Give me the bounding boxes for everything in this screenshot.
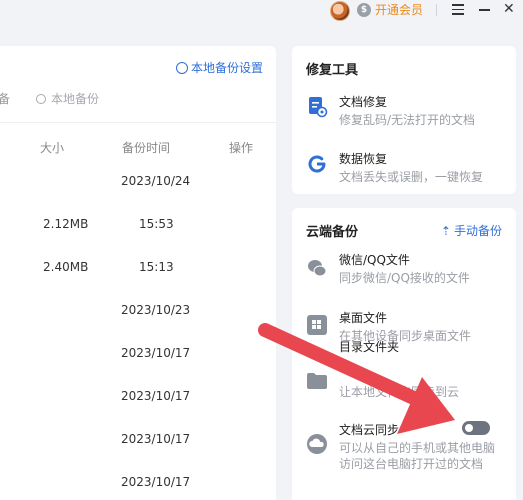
row-time: 2023/10/24 bbox=[121, 174, 191, 188]
doc-sync-title: 文档云同步 bbox=[339, 423, 400, 437]
doc-sync-desc: 可以从自己的手机或其他电脑 bbox=[339, 441, 496, 455]
wechat-files-title: 微信/QQ文件 bbox=[339, 253, 410, 267]
toolbar-label[interactable]: 备 bbox=[0, 90, 10, 107]
cloud-backup-card: 云端备份 ⇡ 手动备份 微信/QQ文件 同步微信/QQ接收的文件 桌面文件 在其他… bbox=[292, 208, 516, 500]
data-recovery-title: 数据恢复 bbox=[339, 152, 388, 166]
desktop-icon bbox=[307, 315, 327, 335]
menu-icon[interactable] bbox=[452, 4, 464, 15]
divider bbox=[436, 4, 437, 16]
manual-backup-label: 手动备份 bbox=[453, 224, 502, 238]
header-divider bbox=[0, 122, 276, 123]
search-placeholder: 本地备份 bbox=[51, 92, 100, 106]
column-header-size[interactable]: 大小 bbox=[40, 139, 64, 156]
avatar[interactable] bbox=[330, 1, 350, 21]
vip-icon[interactable]: $ bbox=[357, 3, 371, 17]
doc-sync-desc-2: 访问这台电脑打开过的文档 bbox=[339, 457, 484, 471]
column-header-time[interactable]: 备份时间 bbox=[122, 139, 170, 156]
desktop-files-title: 桌面文件 bbox=[339, 311, 388, 325]
search-input[interactable]: 本地备份 bbox=[36, 90, 99, 107]
repair-tools-card: 修复工具 文档修复 修复乱码/无法打开的文档 数据恢复 文档丢失或误删，一键恢复 bbox=[292, 46, 516, 194]
manual-backup-button[interactable]: ⇡ 手动备份 bbox=[441, 222, 502, 239]
doc-repair-title: 文档修复 bbox=[339, 95, 388, 109]
column-header-action: 操作 bbox=[229, 141, 254, 155]
row-time: 2023/10/17 bbox=[121, 475, 191, 489]
row-time: 15:53 bbox=[139, 217, 174, 231]
row-time: 2023/10/23 bbox=[121, 303, 191, 317]
row-time: 15:13 bbox=[139, 260, 174, 274]
folder-desc: 让本地文件夹同步到云 bbox=[339, 385, 460, 399]
doc-repair-icon bbox=[309, 97, 328, 118]
folder-title: 目录文件夹 bbox=[339, 340, 400, 354]
row-size: 2.12MB bbox=[43, 217, 89, 231]
local-backup-panel: 本地备份设置 备 本地备份 大小 备份时间 操作 2023/10/24 2.12… bbox=[0, 46, 276, 500]
gear-icon bbox=[176, 62, 188, 74]
cloud-sync-icon bbox=[307, 434, 327, 454]
row-time: 2023/10/17 bbox=[121, 432, 191, 446]
upload-icon: ⇡ bbox=[440, 224, 451, 238]
wechat-files-desc: 同步微信/QQ接收的文件 bbox=[339, 271, 470, 285]
data-recovery-desc: 文档丢失或误删，一键恢复 bbox=[339, 170, 484, 184]
title-bar: $ 开通会员 ✕ bbox=[0, 0, 523, 26]
row-time: 2023/10/17 bbox=[121, 389, 191, 403]
repair-tools-title: 修复工具 bbox=[306, 63, 359, 78]
row-size: 2.40MB bbox=[43, 260, 89, 274]
close-icon[interactable]: ✕ bbox=[503, 2, 515, 16]
local-backup-settings-link[interactable]: 本地备份设置 bbox=[176, 60, 263, 76]
cloud-backup-title: 云端备份 bbox=[306, 225, 359, 240]
minimize-icon[interactable] bbox=[479, 9, 490, 11]
chat-icon bbox=[308, 260, 327, 277]
row-time: 2023/10/17 bbox=[121, 346, 191, 360]
search-icon bbox=[36, 94, 46, 104]
doc-repair-desc: 修复乱码/无法打开的文档 bbox=[339, 113, 476, 127]
folder-icon bbox=[307, 373, 327, 389]
data-recovery-icon bbox=[308, 155, 326, 173]
local-backup-settings-label: 本地备份设置 bbox=[191, 61, 264, 75]
vip-button[interactable]: 开通会员 bbox=[375, 2, 423, 18]
doc-sync-toggle[interactable] bbox=[462, 421, 490, 435]
